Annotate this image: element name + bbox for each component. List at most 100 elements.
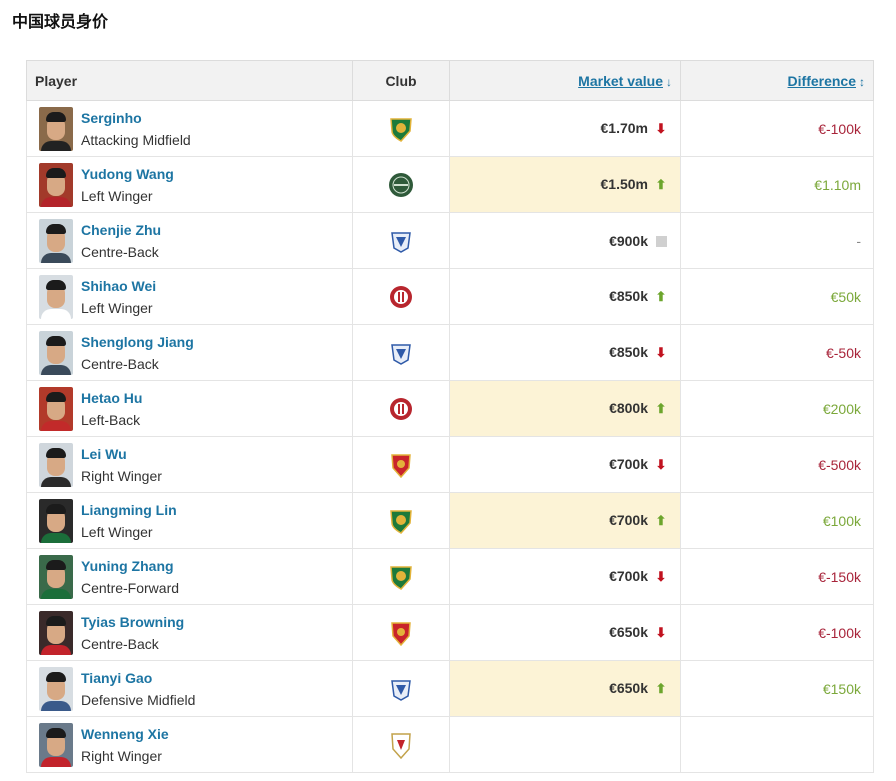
value-difference: €-100k bbox=[818, 120, 861, 137]
market-value-sort-link[interactable]: Market value bbox=[578, 73, 663, 89]
player-photo[interactable] bbox=[39, 666, 73, 711]
trend-up-icon: ⬆ bbox=[655, 681, 667, 696]
player-name-link[interactable]: Yudong Wang bbox=[81, 163, 174, 185]
player-name-link[interactable]: Liangming Lin bbox=[81, 499, 177, 521]
table-row: Serginho Attacking Midfield €1.70m ⬇ €-10… bbox=[26, 100, 874, 157]
trend-down-icon: ⬇ bbox=[655, 625, 667, 640]
player-cell: Liangming Lin Left Winger bbox=[26, 492, 353, 549]
difference-cell: €-500k bbox=[680, 436, 874, 493]
player-position: Left Winger bbox=[81, 299, 153, 316]
difference-cell: €-150k bbox=[680, 548, 874, 605]
player-cell: Wenneng Xie Right Winger bbox=[26, 716, 353, 773]
table-row: Yudong Wang Left Winger €1.50m ⬆ €1.10m bbox=[26, 156, 874, 213]
table-row: Shenglong Jiang Centre-Back €850k ⬇ €-50k bbox=[26, 324, 874, 381]
club-cell bbox=[352, 604, 450, 661]
player-name-link[interactable]: Lei Wu bbox=[81, 443, 162, 465]
market-value: €1.70m bbox=[600, 120, 648, 136]
player-photo[interactable] bbox=[39, 554, 73, 599]
blue-shenhua-badge-icon[interactable] bbox=[389, 343, 413, 365]
player-name-link[interactable]: Serginho bbox=[81, 107, 191, 129]
value-difference: €-100k bbox=[818, 624, 861, 641]
player-cell: Yudong Wang Left Winger bbox=[26, 156, 353, 213]
green-shield-badge-icon[interactable] bbox=[389, 117, 413, 142]
player-cell: Shenglong Jiang Centre-Back bbox=[26, 324, 353, 381]
market-value-cell: €1.50m ⬆ bbox=[449, 156, 681, 213]
dark-green-round-badge-icon[interactable] bbox=[388, 172, 414, 197]
difference-sort-link[interactable]: Difference bbox=[788, 73, 856, 89]
difference-cell: €100k bbox=[680, 492, 874, 549]
player-name-link[interactable]: Chenjie Zhu bbox=[81, 219, 161, 241]
player-position: Left Winger bbox=[81, 523, 153, 540]
trend-unchanged-icon bbox=[654, 234, 668, 249]
green-shield-badge-icon[interactable] bbox=[389, 509, 413, 534]
trend-down-icon: ⬇ bbox=[655, 569, 667, 584]
blue-shenhua-badge-icon[interactable] bbox=[389, 231, 413, 253]
trend-up-icon: ⬆ bbox=[655, 289, 667, 304]
market-value-cell: €850k ⬆ bbox=[449, 268, 681, 325]
market-value-cell: €650k ⬇ bbox=[449, 604, 681, 661]
player-name-link[interactable]: Wenneng Xie bbox=[81, 723, 169, 745]
player-position: Centre-Forward bbox=[81, 579, 180, 596]
player-name-link[interactable]: Tyias Browning bbox=[81, 611, 184, 633]
market-value-cell: €700k ⬆ bbox=[449, 492, 681, 549]
blue-shenhua-badge-icon[interactable] bbox=[389, 679, 413, 701]
table-row: Lei Wu Right Winger €700k ⬇ €-500k bbox=[26, 436, 874, 493]
table-row: Tyias Browning Centre-Back €650k ⬇ €-100k bbox=[26, 604, 874, 661]
market-value-cell: €900k bbox=[449, 212, 681, 269]
player-cell: Hetao Hu Left-Back bbox=[26, 380, 353, 437]
white-red-shield-badge-icon[interactable] bbox=[389, 732, 413, 759]
difference-cell: €-50k bbox=[680, 324, 874, 381]
club-cell bbox=[352, 716, 450, 773]
player-photo[interactable] bbox=[39, 498, 73, 543]
club-cell bbox=[352, 660, 450, 717]
player-name-link[interactable]: Yuning Zhang bbox=[81, 555, 179, 577]
table-row: Liangming Lin Left Winger €700k ⬆ €100k bbox=[26, 492, 874, 549]
player-photo[interactable] bbox=[39, 722, 73, 767]
player-position: Right Winger bbox=[81, 747, 162, 764]
player-photo[interactable] bbox=[39, 330, 73, 375]
player-name-link[interactable]: Tianyi Gao bbox=[81, 667, 195, 689]
club-cell bbox=[352, 100, 450, 157]
player-position: Defensive Midfield bbox=[81, 691, 196, 708]
trend-down-icon: ⬇ bbox=[655, 121, 667, 136]
market-value: €850k bbox=[609, 344, 648, 360]
market-value: €1.50m bbox=[600, 176, 648, 192]
market-value-cell bbox=[449, 716, 681, 773]
player-photo[interactable] bbox=[39, 106, 73, 151]
player-position: Left-Back bbox=[81, 411, 141, 428]
difference-cell: - bbox=[680, 212, 874, 269]
table-row: Wenneng Xie Right Winger bbox=[26, 716, 874, 773]
player-photo[interactable] bbox=[39, 442, 73, 487]
green-shield-badge-icon[interactable] bbox=[389, 565, 413, 590]
player-photo[interactable] bbox=[39, 162, 73, 207]
header-difference[interactable]: Difference ↕ bbox=[680, 60, 874, 101]
player-photo[interactable] bbox=[39, 610, 73, 655]
player-name-link[interactable]: Hetao Hu bbox=[81, 387, 142, 409]
red-round-badge-icon[interactable] bbox=[389, 285, 413, 308]
table-row: Tianyi Gao Defensive Midfield €650k ⬆ €15… bbox=[26, 660, 874, 717]
red-shanghai-port-badge-icon[interactable] bbox=[389, 621, 413, 646]
club-cell bbox=[352, 268, 450, 325]
value-difference: €1.10m bbox=[814, 176, 861, 193]
arrow-down-icon[interactable]: ↓ bbox=[666, 75, 672, 89]
market-value: €900k bbox=[609, 232, 648, 249]
player-photo[interactable] bbox=[39, 218, 73, 263]
player-photo[interactable] bbox=[39, 386, 73, 431]
sort-up-down-icon[interactable]: ↕ bbox=[859, 75, 865, 89]
market-value: €850k bbox=[609, 288, 648, 304]
header-market-value[interactable]: Market value ↓ bbox=[449, 60, 681, 101]
market-value: €800k bbox=[609, 400, 648, 416]
market-value: €700k bbox=[609, 512, 648, 528]
trend-up-icon: ⬆ bbox=[655, 513, 667, 528]
player-name-link[interactable]: Shihao Wei bbox=[81, 275, 156, 297]
player-name-link[interactable]: Shenglong Jiang bbox=[81, 331, 194, 353]
market-value-cell: €700k ⬇ bbox=[449, 548, 681, 605]
player-value-table: Player Club Market value ↓ Difference ↕ Se… bbox=[26, 60, 874, 773]
player-position: Centre-Back bbox=[81, 635, 159, 652]
value-difference: €150k bbox=[822, 680, 861, 697]
player-photo[interactable] bbox=[39, 274, 73, 319]
value-difference: €-500k bbox=[818, 456, 861, 473]
red-shanghai-port-badge-icon[interactable] bbox=[389, 453, 413, 478]
value-difference: €-150k bbox=[818, 568, 861, 585]
red-round-badge-icon[interactable] bbox=[389, 397, 413, 420]
